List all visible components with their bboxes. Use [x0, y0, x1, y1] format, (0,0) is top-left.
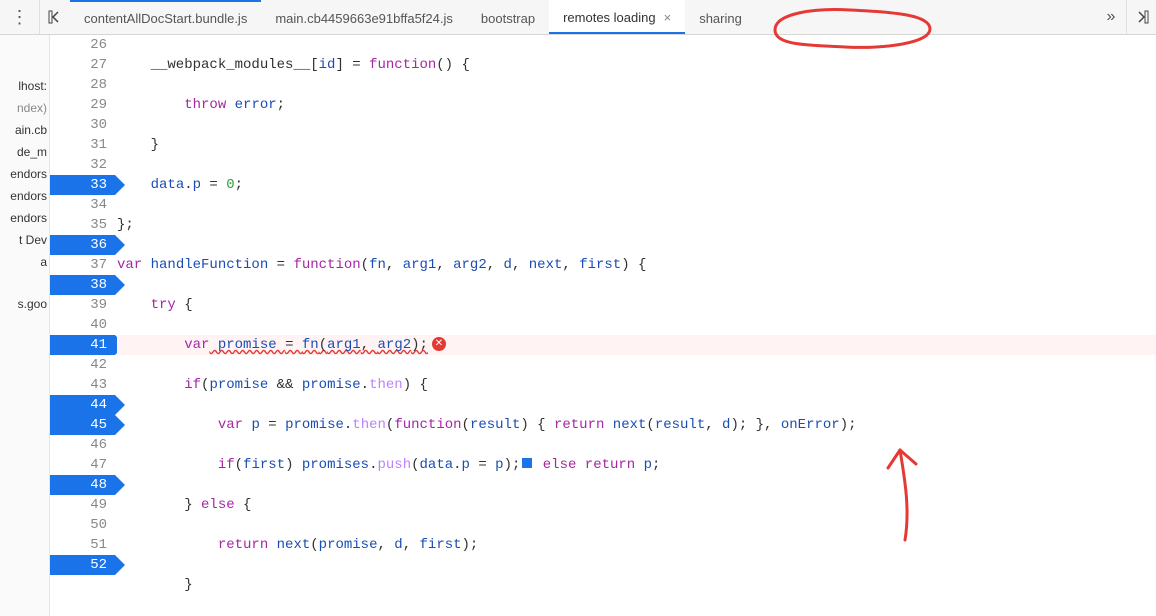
line-number-gutter: 26 27 28 29 30 31 32 33 34 35 36 37 38 3…	[50, 35, 115, 616]
tab-label: sharing	[699, 11, 742, 26]
sidebar-item[interactable]: endors	[0, 185, 49, 207]
close-icon[interactable]: ×	[664, 10, 672, 25]
line-number[interactable]: 48	[50, 475, 115, 495]
line-number[interactable]: 36	[50, 235, 115, 255]
code-line: }	[117, 575, 1156, 595]
line-number[interactable]: 27	[50, 55, 115, 75]
tab-label: bootstrap	[481, 11, 535, 26]
sidebar-item[interactable]: ain.cb	[0, 119, 49, 141]
line-number[interactable]: 38	[50, 275, 115, 295]
line-number[interactable]: 29	[50, 95, 115, 115]
tab-bar: contentAllDocStart.bundle.js main.cb4459…	[70, 0, 1096, 34]
sidebar-file-tree: lhost: ndex) ain.cb de_m endors endors e…	[0, 35, 50, 616]
line-number[interactable]: 28	[50, 75, 115, 95]
tab-label: contentAllDocStart.bundle.js	[84, 11, 247, 26]
tab-main-js[interactable]: main.cb4459663e91bffa5f24.js	[261, 0, 467, 34]
tab-label: remotes loading	[563, 10, 656, 25]
line-number[interactable]: 41	[50, 335, 115, 355]
code-line: return next(promise, d, first);	[117, 535, 1156, 555]
line-number[interactable]: 51	[50, 535, 115, 555]
overflow-icon[interactable]: »	[1096, 0, 1126, 34]
sidebar-item[interactable]: ndex)	[0, 97, 49, 119]
line-number[interactable]: 47	[50, 455, 115, 475]
code-line: throw error;	[117, 95, 1156, 115]
line-number[interactable]: 40	[50, 315, 115, 335]
nav-prev-icon[interactable]	[40, 0, 70, 34]
code-line: if(promise && promise.then) {	[117, 375, 1156, 395]
nav-next-icon[interactable]	[1126, 0, 1156, 34]
sidebar-item[interactable]: a	[0, 251, 49, 273]
code-line: if(first) promises.push(data.p = p); els…	[117, 455, 1156, 475]
sidebar-item[interactable]: endors	[0, 163, 49, 185]
code-line: } else {	[117, 495, 1156, 515]
line-number[interactable]: 50	[50, 515, 115, 535]
line-number[interactable]: 26	[50, 35, 115, 55]
line-number[interactable]: 32	[50, 155, 115, 175]
code-content[interactable]: __webpack_modules__[id] = function() { t…	[115, 35, 1156, 616]
tab-label: main.cb4459663e91bffa5f24.js	[275, 11, 453, 26]
sidebar-item[interactable]: lhost:	[0, 75, 49, 97]
line-number[interactable]: 43	[50, 375, 115, 395]
code-line: }	[117, 135, 1156, 155]
line-number[interactable]: 33	[50, 175, 115, 195]
tab-sharing[interactable]: sharing	[685, 0, 756, 34]
tab-content-bundle[interactable]: contentAllDocStart.bundle.js	[70, 0, 261, 34]
line-number[interactable]: 37	[50, 255, 115, 275]
code-line: try {	[117, 295, 1156, 315]
error-icon[interactable]: ✕	[432, 337, 446, 351]
kebab-menu-icon[interactable]: ⋮	[0, 0, 40, 34]
tab-bootstrap[interactable]: bootstrap	[467, 0, 549, 34]
line-number[interactable]: 31	[50, 135, 115, 155]
line-number[interactable]: 49	[50, 495, 115, 515]
breakpoint-indicator-icon[interactable]	[522, 458, 532, 468]
top-toolbar: ⋮ contentAllDocStart.bundle.js main.cb44…	[0, 0, 1156, 35]
line-number[interactable]: 42	[50, 355, 115, 375]
line-number[interactable]: 35	[50, 215, 115, 235]
code-line: data.p = 0;	[117, 175, 1156, 195]
line-number[interactable]: 30	[50, 115, 115, 135]
line-number[interactable]: 46	[50, 435, 115, 455]
line-number[interactable]: 34	[50, 195, 115, 215]
line-number[interactable]: 52	[50, 555, 115, 575]
code-line: var p = promise.then(function(result) { …	[117, 415, 1156, 435]
main-area: lhost: ndex) ain.cb de_m endors endors e…	[0, 35, 1156, 616]
sidebar-item[interactable]: de_m	[0, 141, 49, 163]
sidebar-item[interactable]: s.goo	[0, 293, 49, 315]
sidebar-item[interactable]: t Dev	[0, 229, 49, 251]
sidebar-item[interactable]: endors	[0, 207, 49, 229]
code-line: var handleFunction = function(fn, arg1, …	[117, 255, 1156, 275]
code-line-error: var promise = fn(arg1, arg2);✕	[117, 335, 1156, 355]
code-line: };	[117, 215, 1156, 235]
code-line: __webpack_modules__[id] = function() {	[117, 55, 1156, 75]
code-editor[interactable]: 26 27 28 29 30 31 32 33 34 35 36 37 38 3…	[50, 35, 1156, 616]
line-number[interactable]: 39	[50, 295, 115, 315]
line-number[interactable]: 45	[50, 415, 115, 435]
tab-remotes-loading[interactable]: remotes loading ×	[549, 0, 685, 34]
line-number[interactable]: 44	[50, 395, 115, 415]
